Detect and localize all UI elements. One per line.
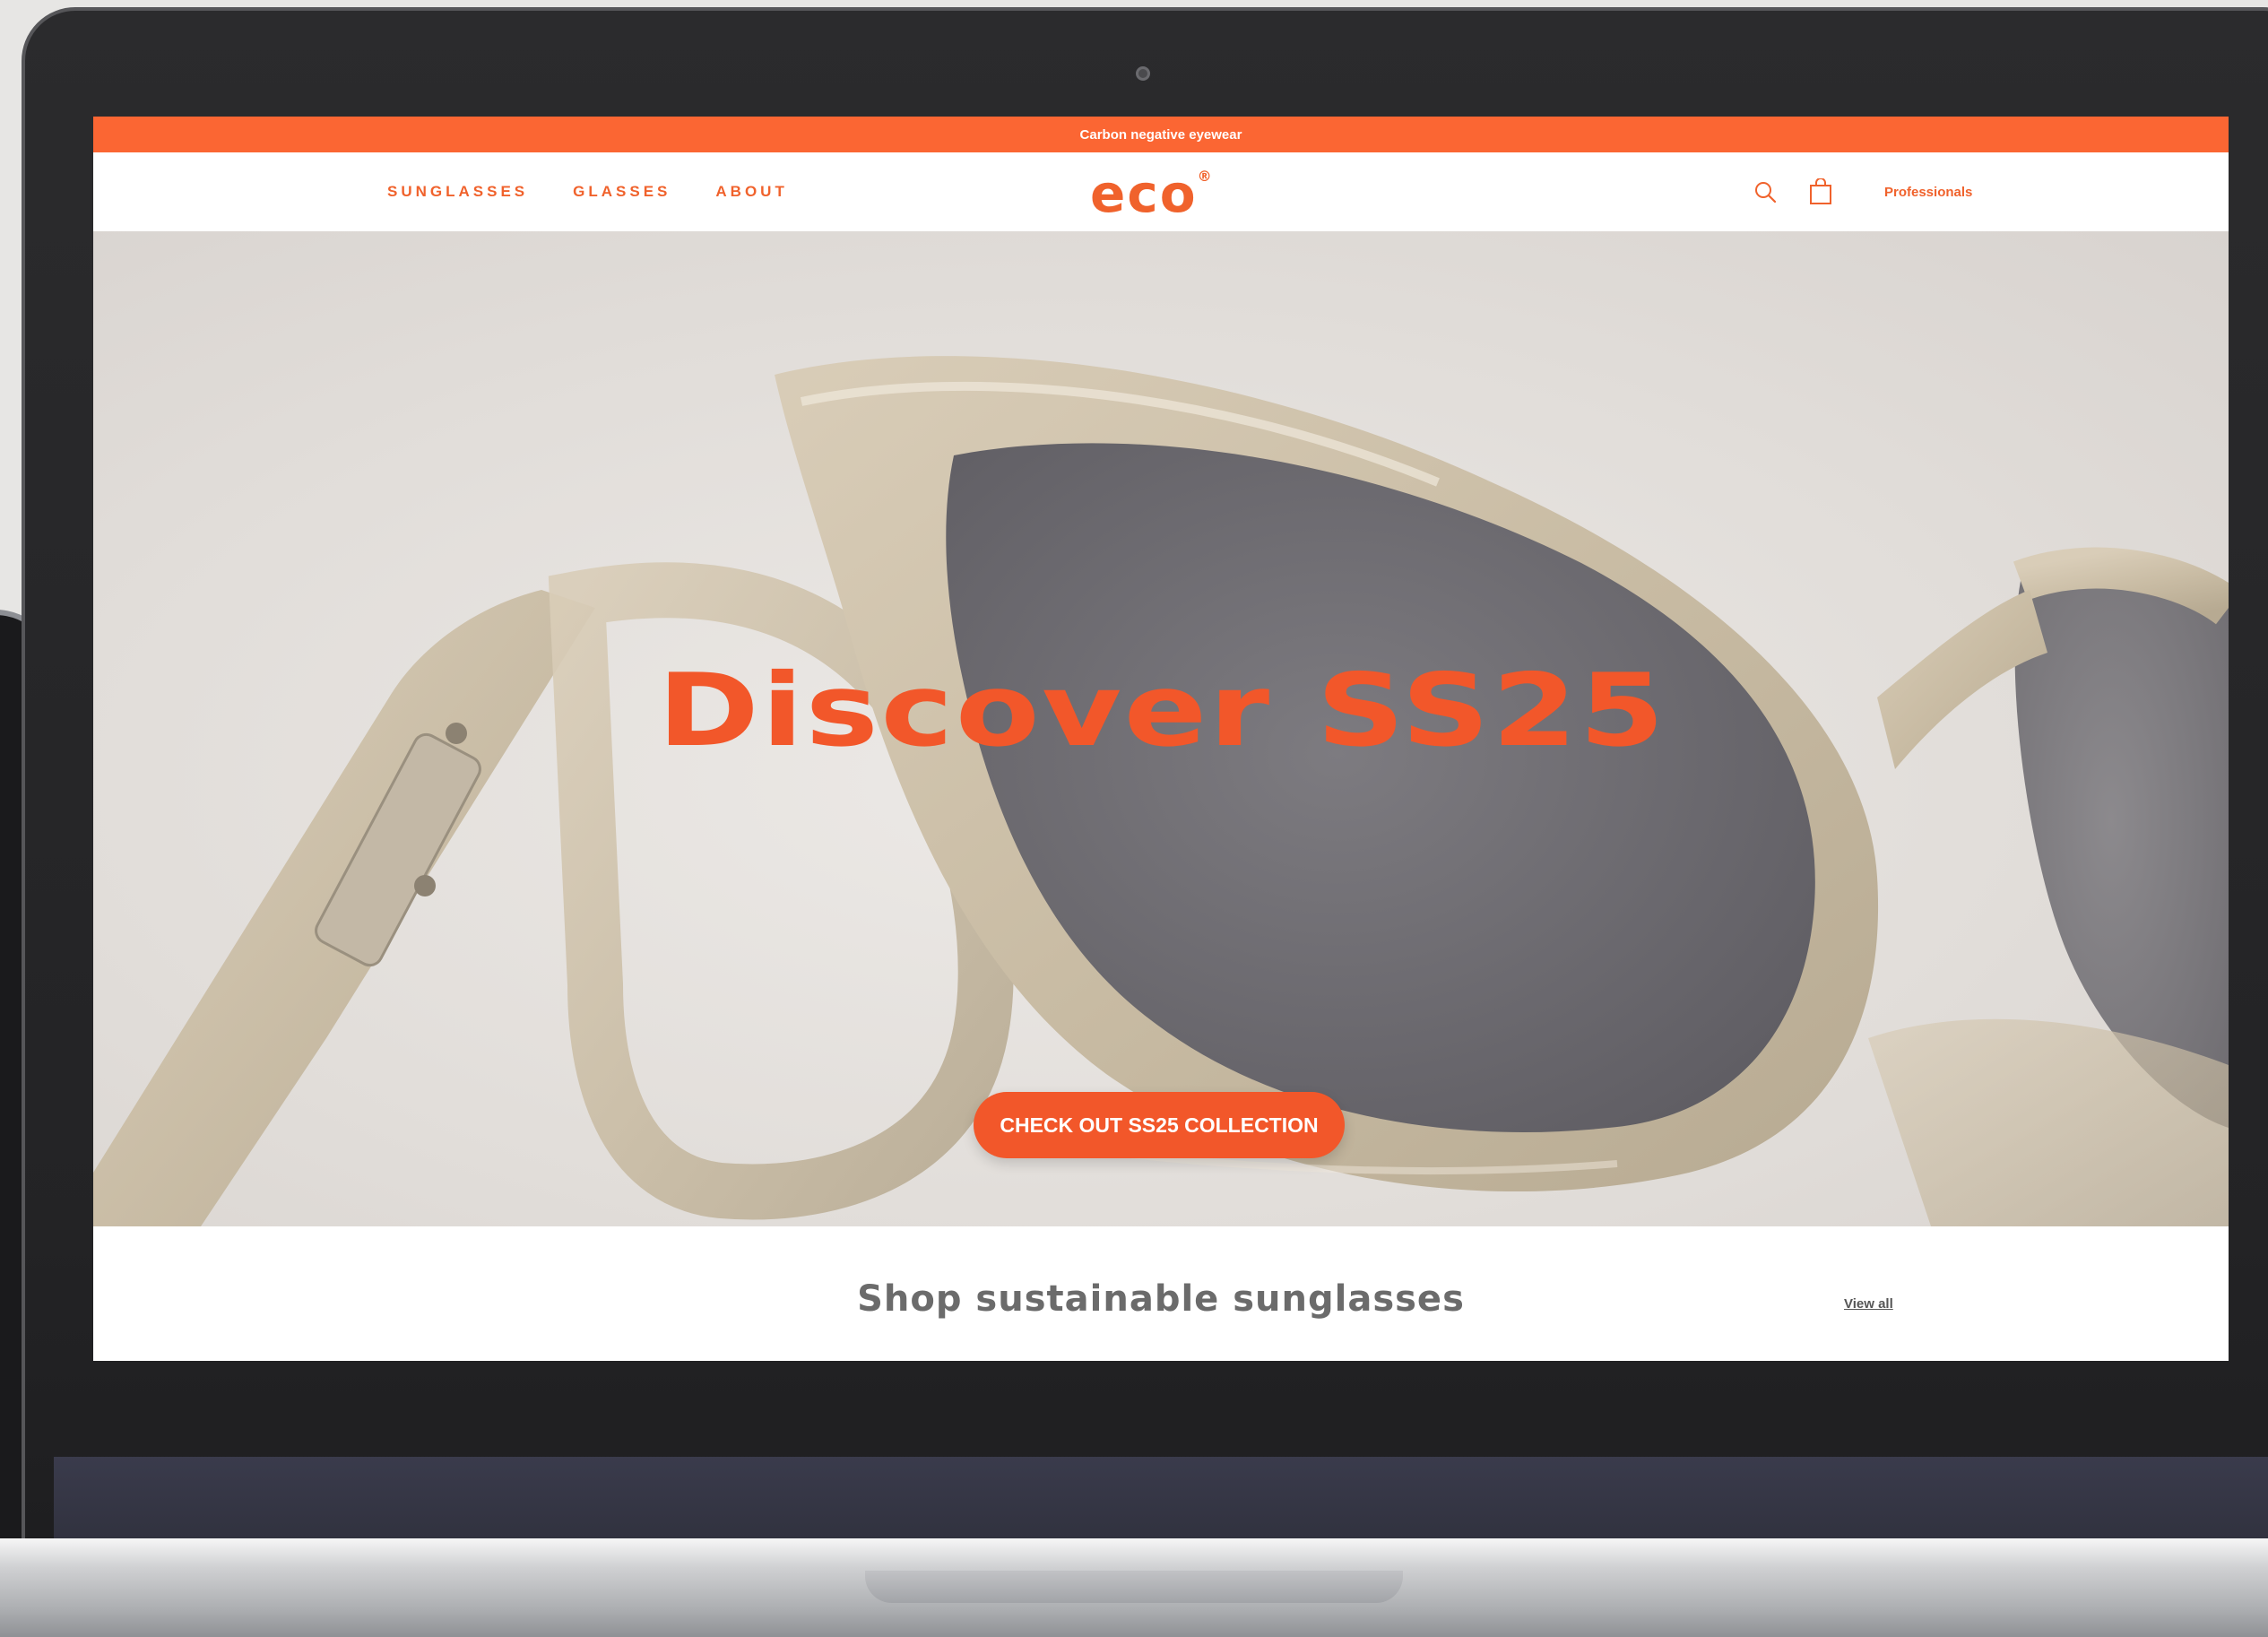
- registered-mark: ®: [1197, 167, 1214, 185]
- announcement-text: Carbon negative eyewear: [1079, 126, 1242, 143]
- hero-banner: Discover SS25 CHECK OUT SS25 COLLECTION: [93, 231, 2229, 1226]
- nav-glasses[interactable]: GLASSES: [573, 183, 671, 201]
- eco-logo[interactable]: eco®: [1090, 163, 1214, 224]
- cta-button[interactable]: CHECK OUT SS25 COLLECTION: [974, 1092, 1345, 1158]
- nav-about[interactable]: ABOUT: [715, 183, 787, 201]
- section-title: Shop sustainable sunglasses: [857, 1278, 1465, 1320]
- shopping-bag-icon[interactable]: [1805, 177, 1836, 207]
- webcam: [1136, 66, 1150, 81]
- shop-section: Shop sustainable sunglasses View all: [93, 1226, 2229, 1361]
- main-nav: SUNGLASSES GLASSES ABOUT: [387, 152, 788, 231]
- laptop-base-notch: [865, 1571, 1403, 1603]
- nav-sunglasses[interactable]: SUNGLASSES: [387, 183, 528, 201]
- site-header: SUNGLASSES GLASSES ABOUT eco® Profession…: [93, 152, 2229, 231]
- laptop-bezel-bottom: [54, 1457, 2268, 1539]
- hero-title: Discover SS25: [657, 653, 1667, 769]
- announcement-bar: Carbon negative eyewear: [93, 117, 2229, 152]
- professionals-link[interactable]: Professionals: [1884, 185, 1972, 200]
- view-all-link[interactable]: View all: [1844, 1296, 1893, 1312]
- website-screen: Carbon negative eyewear SUNGLASSES GLASS…: [93, 117, 2229, 1361]
- logo-text: eco: [1090, 163, 1198, 224]
- search-icon[interactable]: [1750, 177, 1780, 207]
- header-actions: Professionals: [1750, 152, 1972, 231]
